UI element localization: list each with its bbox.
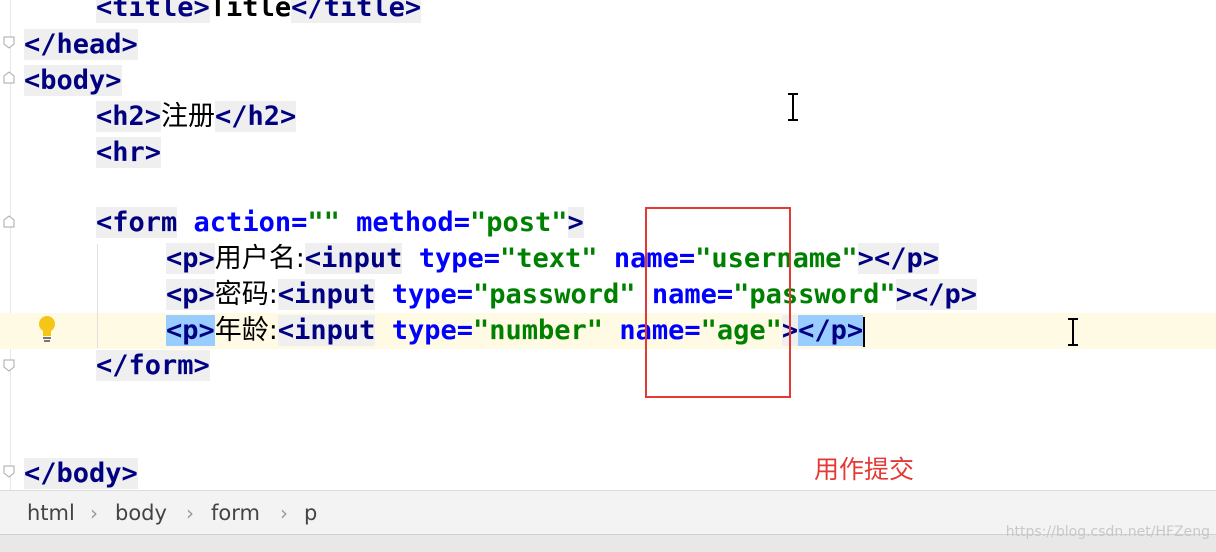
tag-head-close: </head> bbox=[24, 29, 138, 60]
tag-h2-open: <h2> bbox=[96, 101, 162, 132]
value-type: "password" bbox=[473, 279, 636, 310]
code-line-p-username[interactable]: <p>用户名:<input type="text" name="username… bbox=[166, 241, 939, 277]
text-cursor-icon bbox=[1068, 318, 1078, 346]
fold-marker-icon[interactable] bbox=[3, 215, 15, 228]
equals-sign: = bbox=[453, 207, 470, 238]
tag-p-open: <p> bbox=[166, 279, 215, 310]
tag-p-open: <p> bbox=[166, 243, 215, 274]
breadcrumb-item-html[interactable]: html bbox=[27, 491, 75, 535]
code-line-h2[interactable]: <h2>注册</h2> bbox=[96, 99, 297, 135]
equals-sign: = bbox=[483, 243, 500, 274]
attr-action: action bbox=[193, 207, 292, 238]
code-line-form-close[interactable]: </form> bbox=[96, 348, 210, 384]
annotation-text: 用作提交 bbox=[814, 455, 915, 484]
equals-sign: = bbox=[456, 315, 473, 346]
tag-input: <input bbox=[277, 279, 376, 310]
breadcrumb-item-body[interactable]: body bbox=[115, 491, 167, 535]
tag-hr: <hr> bbox=[96, 137, 162, 168]
tag-gt: > bbox=[895, 279, 912, 310]
value-action: "" bbox=[307, 207, 340, 238]
text-caret bbox=[863, 316, 866, 347]
tag-title-close: </title> bbox=[291, 0, 422, 23]
value-method: "post" bbox=[469, 207, 568, 238]
tag-body-close: </body> bbox=[24, 458, 138, 489]
code-line-body-close[interactable]: </body> bbox=[24, 456, 138, 492]
fold-marker-icon[interactable] bbox=[3, 465, 15, 478]
attr-method: method bbox=[356, 207, 454, 238]
code-line-body-open[interactable]: <body> bbox=[24, 63, 122, 99]
tag-p-close: </p> bbox=[798, 315, 864, 346]
tag-p-close: </p> bbox=[911, 279, 977, 310]
tag-input: <input bbox=[304, 243, 403, 274]
text-cursor-icon bbox=[788, 93, 798, 121]
attr-type: type bbox=[391, 279, 457, 310]
tag-form-open: <form bbox=[96, 207, 178, 238]
fold-marker-icon[interactable] bbox=[3, 36, 15, 49]
breadcrumb-separator: › bbox=[90, 501, 98, 525]
tag-input: <input bbox=[277, 315, 376, 346]
label-password: 密码: bbox=[214, 279, 278, 310]
equals-sign: = bbox=[456, 279, 473, 310]
lightbulb-icon[interactable] bbox=[36, 314, 58, 344]
code-line-hr[interactable]: <hr> bbox=[96, 135, 162, 171]
breadcrumb-item-form[interactable]: form bbox=[211, 491, 260, 535]
title-text: Title bbox=[209, 0, 292, 23]
label-username: 用户名: bbox=[214, 243, 305, 274]
indent-guide bbox=[97, 244, 98, 348]
tag-form-close: </form> bbox=[96, 350, 210, 381]
watermark: https://blog.csdn.net/HFZeng bbox=[1005, 524, 1210, 540]
code-line-p-password[interactable]: <p>密码:<input type="password" name="passw… bbox=[166, 277, 977, 313]
code-line-title[interactable]: <title>Title</title> bbox=[96, 0, 422, 26]
tag-gt: > bbox=[857, 243, 874, 274]
tag-title-open: <title> bbox=[96, 0, 210, 23]
attr-type: type bbox=[418, 243, 484, 274]
tag-body-open: <body> bbox=[24, 65, 122, 96]
attr-type: type bbox=[391, 315, 457, 346]
h2-text: 注册 bbox=[161, 101, 216, 132]
fold-marker-icon[interactable] bbox=[3, 359, 15, 372]
tag-h2-close: </h2> bbox=[215, 101, 297, 132]
tag-form-gt: > bbox=[567, 207, 584, 238]
breadcrumb-item-p[interactable]: p bbox=[304, 491, 317, 535]
tag-p-close: </p> bbox=[873, 243, 939, 274]
breadcrumb-separator: › bbox=[280, 501, 288, 525]
code-line-form[interactable]: <form action="" method="post"> bbox=[96, 205, 584, 241]
breadcrumb-separator: › bbox=[186, 501, 194, 525]
equals-sign: = bbox=[291, 207, 308, 238]
fold-marker-icon[interactable] bbox=[3, 71, 15, 84]
tag-p-open: <p> bbox=[166, 315, 215, 346]
label-age: 年龄: bbox=[214, 315, 278, 346]
code-line-head-close[interactable]: </head> bbox=[24, 27, 138, 63]
value-type: "number" bbox=[473, 315, 604, 346]
annotation-highlight-box bbox=[645, 207, 791, 398]
value-type: "text" bbox=[500, 243, 598, 274]
